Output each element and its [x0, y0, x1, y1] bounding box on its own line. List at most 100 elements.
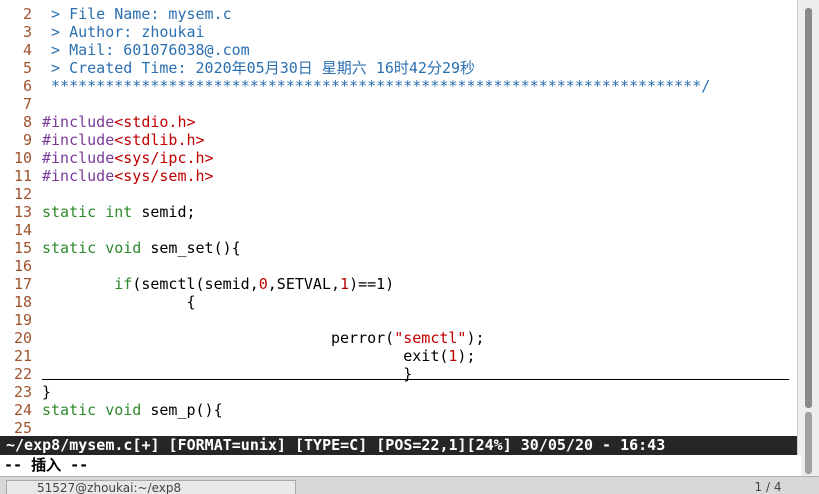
code-text: }: [32, 383, 51, 401]
code-text: {: [32, 293, 196, 311]
code-token: #include: [42, 131, 115, 149]
scrollbar-thumb[interactable]: [805, 8, 812, 408]
code-line[interactable]: 5 > Created Time: 2020年05月30日 星期六 16时42分…: [0, 59, 475, 77]
code-line[interactable]: 17 if(semctl(semid,0,SETVAL,1)==1): [0, 275, 394, 293]
code-token: static void: [42, 239, 142, 257]
line-number: 24: [13, 401, 32, 419]
code-line[interactable]: 22 }: [0, 365, 412, 383]
code-token: #include: [42, 113, 115, 131]
line-number: 2: [22, 5, 32, 23]
code-text: > Mail: 601076038@.com: [32, 41, 250, 59]
code-token: #include: [42, 167, 115, 185]
code-line[interactable]: 10 #include<sys/ipc.h>: [0, 149, 214, 167]
code-token: #include: [42, 149, 115, 167]
code-line[interactable]: 25: [0, 419, 42, 436]
code-text: if(semctl(semid,0,SETVAL,1)==1): [32, 275, 394, 293]
code-line[interactable]: 13 static int semid;: [0, 203, 196, 221]
code-line[interactable]: 8 #include<stdio.h>: [0, 113, 196, 131]
line-number: 12: [13, 185, 32, 203]
code-text: > File Name: mysem.c: [32, 5, 232, 23]
code-token: if: [114, 275, 133, 293]
code-token: {: [42, 293, 196, 311]
code-line[interactable]: 15 static void sem_set(){: [0, 239, 241, 257]
code-token: (semctl(semid,: [132, 275, 259, 293]
code-line[interactable]: 19: [0, 311, 42, 329]
line-number: 22: [13, 365, 32, 383]
code-token: <stdlib.h>: [114, 131, 205, 149]
code-text: static int semid;: [32, 203, 196, 221]
line-number: 7: [22, 95, 32, 113]
workspace-page-indicator[interactable]: 1 / 4: [743, 480, 793, 494]
vim-mode-indicator: -- 插入 --: [0, 455, 801, 476]
code-line[interactable]: 16: [0, 257, 42, 275]
line-number: 23: [13, 383, 32, 401]
code-token: );: [466, 329, 485, 347]
code-token: <sys/ipc.h>: [114, 149, 214, 167]
code-line[interactable]: 6 **************************************…: [0, 77, 710, 95]
line-number: 10: [13, 149, 32, 167]
code-token: 1: [340, 275, 350, 293]
code-token: semid;: [132, 203, 196, 221]
code-token: )==1): [349, 275, 395, 293]
code-token: );: [457, 347, 476, 365]
code-line[interactable]: 18 {: [0, 293, 196, 311]
code-token: <stdio.h>: [114, 113, 196, 131]
code-line[interactable]: 7: [0, 95, 42, 113]
code-token: perror(: [42, 329, 395, 347]
cursor-line-underline: [42, 379, 789, 380]
code-line[interactable]: 12: [0, 185, 42, 203]
code-token: "semctl": [394, 329, 467, 347]
code-token: <sys/sem.h>: [114, 167, 214, 185]
code-text: }: [32, 365, 412, 383]
code-line[interactable]: 23}: [0, 383, 51, 401]
code-text: static void sem_p(){: [32, 401, 223, 419]
line-number: 18: [13, 293, 32, 311]
code-text: #include<sys/ipc.h>: [32, 149, 214, 167]
code-line[interactable]: 24 static void sem_p(){: [0, 401, 223, 419]
code-text: #include<stdlib.h>: [32, 131, 205, 149]
code-token: }: [42, 365, 413, 383]
code-token: > Mail: 601076038@.com: [42, 41, 250, 59]
line-number: 16: [13, 257, 32, 275]
code-line[interactable]: 2 > File Name: mysem.c: [0, 5, 232, 23]
code-text: > Created Time: 2020年05月30日 星期六 16时42分29…: [32, 59, 475, 77]
code-text: exit(1);: [32, 347, 475, 365]
line-number: 25: [13, 419, 32, 436]
code-line[interactable]: 14: [0, 221, 42, 239]
code-line[interactable]: 21 exit(1);: [0, 347, 476, 365]
vertical-scrollbar[interactable]: [797, 0, 819, 476]
code-token: > Author: zhoukai: [42, 23, 205, 41]
code-token: static int: [42, 203, 133, 221]
code-token: exit(: [42, 347, 449, 365]
code-token: 0: [258, 275, 268, 293]
code-text: #include<sys/sem.h>: [32, 167, 214, 185]
scrollbar-thumb-lower[interactable]: [805, 412, 812, 474]
code-line[interactable]: 9 #include<stdlib.h>: [0, 131, 205, 149]
code-line[interactable]: 3 > Author: zhoukai: [0, 23, 205, 41]
taskbar-terminal-item[interactable]: 51527@zhoukai:~/exp8: [6, 480, 296, 494]
line-number: 9: [22, 131, 32, 149]
vim-editor-buffer[interactable]: 2 > File Name: mysem.c 3 > Author: zhouka…: [0, 0, 797, 436]
code-line[interactable]: 4 > Mail: 601076038@.com: [0, 41, 250, 59]
code-line[interactable]: 11 #include<sys/sem.h>: [0, 167, 214, 185]
line-number: 4: [22, 41, 32, 59]
code-line[interactable]: 20 perror("semctl");: [0, 329, 485, 347]
code-token: > File Name: mysem.c: [42, 5, 232, 23]
code-token: ,SETVAL,: [267, 275, 341, 293]
vim-status-line: ~/exp8/mysem.c[+] [FORMAT=unix] [TYPE=C]…: [0, 436, 797, 455]
code-text: static void sem_set(){: [32, 239, 241, 257]
line-number: 13: [13, 203, 32, 221]
code-token: > Created Time: 2020年05月30日 星期六 16时42分29…: [42, 59, 476, 77]
line-number: 15: [13, 239, 32, 257]
line-number: 8: [22, 113, 32, 131]
code-token: sem_p(){: [141, 401, 223, 419]
code-token: }: [42, 383, 52, 401]
code-text: > Author: zhoukai: [32, 23, 205, 41]
